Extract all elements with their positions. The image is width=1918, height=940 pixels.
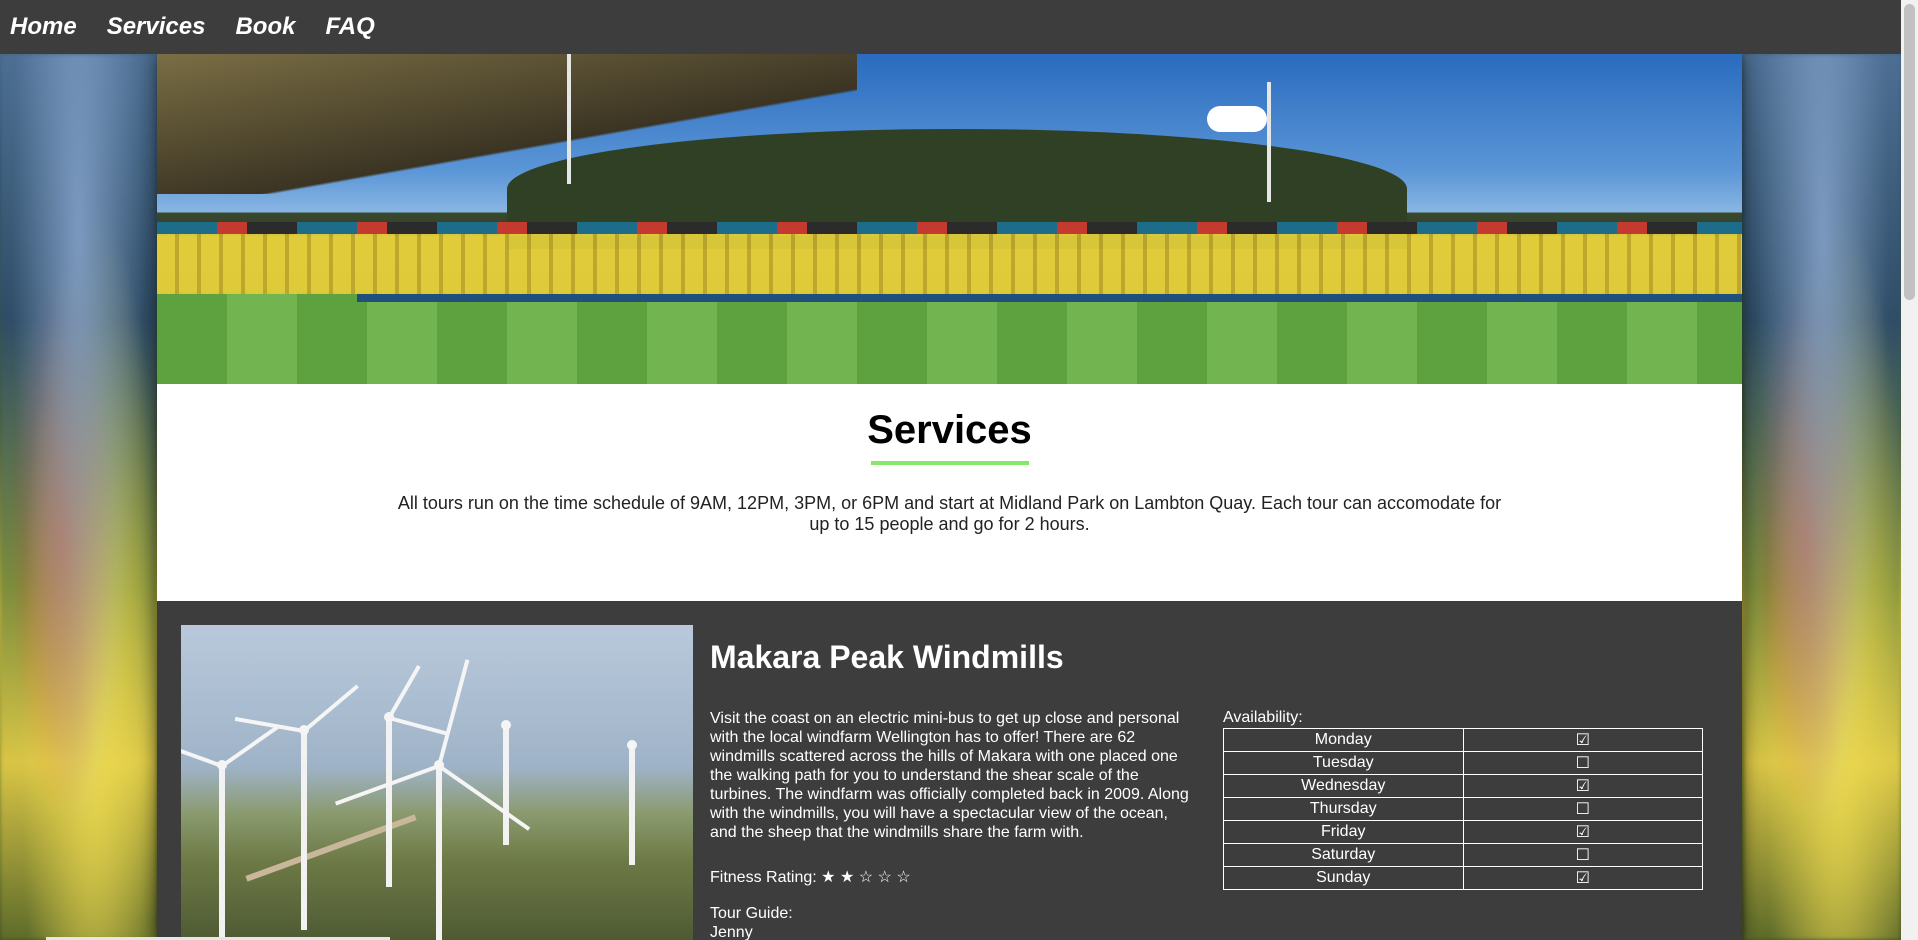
availability-checkbox: ☑ (1462, 728, 1703, 752)
services-intro: Services All tours run on the time sched… (157, 384, 1742, 601)
availability-checkbox: ☑ (1462, 866, 1703, 890)
turbine (386, 717, 392, 887)
turbine (436, 765, 442, 940)
turbine-blade (437, 764, 531, 831)
table-row: Tuesday ☐ (1223, 751, 1703, 775)
title-underline (870, 461, 1029, 465)
background-right (1744, 54, 1901, 940)
vertical-scrollbar[interactable] (1901, 0, 1918, 940)
availability-table: Monday ☑ Tuesday ☐ Wednesday ☑ Thursday … (1223, 728, 1703, 890)
turbine (503, 725, 509, 845)
scrollbar-thumb[interactable] (1904, 4, 1915, 300)
tour-guide-label: Tour Guide: (710, 905, 793, 922)
day-cell: Monday (1223, 728, 1464, 752)
day-cell: Wednesday (1223, 774, 1464, 798)
turbine-hub (501, 720, 511, 730)
field-boundary (357, 294, 1742, 302)
tour-title: Makara Peak Windmills (710, 639, 1064, 675)
table-row: Sunday ☑ (1223, 866, 1703, 890)
turbine (219, 765, 225, 940)
turbine-blade (387, 665, 421, 719)
day-cell: Thursday (1223, 797, 1464, 821)
page-title: Services (867, 408, 1032, 452)
availability-checkbox: ☑ (1462, 820, 1703, 844)
tour-description: Visit the coast on an electric mini-bus … (710, 710, 1189, 841)
turbine-hub (627, 740, 637, 750)
table-row: Thursday ☐ (1223, 797, 1703, 821)
floodlight-tower (1267, 82, 1271, 202)
turbine-blade (181, 740, 223, 768)
hero-stadium-image (157, 54, 1742, 384)
nav-home-link[interactable]: Home (10, 13, 77, 41)
day-cell: Sunday (1223, 866, 1464, 890)
tour-card: Makara Peak Windmills Visit the coast on… (157, 601, 1742, 940)
cricket-field (157, 294, 1742, 384)
main-content: Services All tours run on the time sched… (157, 54, 1742, 940)
turbine-blade (220, 724, 281, 768)
top-nav: Home Services Book FAQ (0, 0, 1901, 54)
services-intro-text: All tours run on the time schedule of 9A… (397, 493, 1502, 534)
turbine-blade (388, 716, 448, 736)
nav-services-link[interactable]: Services (107, 13, 206, 41)
day-cell: Friday (1223, 820, 1464, 844)
availability-checkbox: ☑ (1462, 774, 1703, 798)
nav-faq-link[interactable]: FAQ (325, 13, 374, 41)
table-row: Monday ☑ (1223, 728, 1703, 752)
fitness-rating: Fitness Rating: ★ ★ ☆ ☆ ☆ (710, 869, 911, 886)
turbine (629, 745, 635, 865)
day-cell: Saturday (1223, 843, 1464, 867)
turbine (301, 730, 307, 930)
nav-book-link[interactable]: Book (235, 13, 295, 41)
background-left (0, 54, 157, 940)
table-row: Friday ☑ (1223, 820, 1703, 844)
availability-checkbox: ☐ (1462, 843, 1703, 867)
turbine-blade (437, 659, 470, 767)
table-row: Saturday ☐ (1223, 843, 1703, 867)
cloud (1207, 106, 1267, 132)
availability-label: Availability: (1223, 709, 1303, 726)
availability-checkbox: ☐ (1462, 751, 1703, 775)
tour-guide-name: Jenny (710, 924, 753, 940)
day-cell: Tuesday (1223, 751, 1464, 775)
windmills-image (181, 625, 693, 940)
turbine-blade (302, 684, 359, 733)
table-row: Wednesday ☑ (1223, 774, 1703, 798)
floodlight-tower (567, 54, 571, 184)
availability-checkbox: ☐ (1462, 797, 1703, 821)
